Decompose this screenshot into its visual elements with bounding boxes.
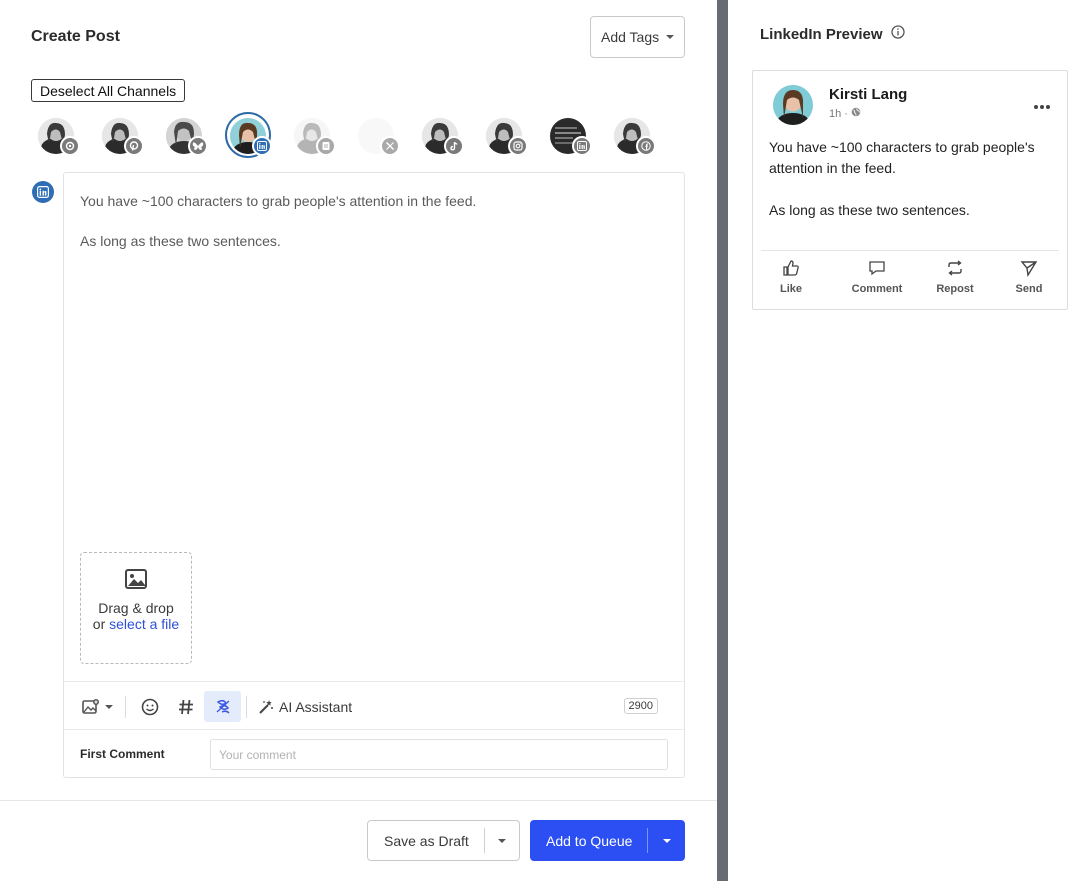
channel-selector: [36, 112, 676, 158]
post-actions: Like Comment Repost Send: [761, 250, 1059, 308]
add-media-button[interactable]: [78, 691, 116, 722]
page-title: Create Post: [31, 28, 120, 45]
image-icon: [125, 569, 147, 592]
post-line: You have ~100 characters to grab people'…: [80, 193, 477, 209]
caret-down-icon: [662, 838, 671, 843]
like-label: Like: [779, 283, 802, 295]
hashtag-button[interactable]: [170, 691, 201, 722]
toolbar-divider: [246, 696, 247, 718]
post-body-line: As long as these two sentences.: [769, 202, 970, 218]
author-name: Kirsti Lang: [829, 86, 908, 103]
preview-pane: LinkedIn Preview Kirsti Lang 1h · You ha…: [728, 0, 1090, 881]
send-label: Send: [1015, 283, 1043, 295]
hashtag-manager-button[interactable]: [204, 691, 241, 722]
select-file-link[interactable]: select a file: [109, 616, 179, 632]
tiktok-icon: [444, 136, 464, 156]
post-body: You have ~100 characters to grab people'…: [769, 137, 1055, 221]
preview-title-text: LinkedIn Preview: [760, 25, 883, 43]
linkedin-icon: [32, 181, 54, 203]
ai-assistant-label: AI Assistant: [279, 698, 353, 715]
channel-tiktok[interactable]: [420, 116, 464, 156]
send-action[interactable]: Send: [999, 259, 1059, 295]
post-line: As long as these two sentences.: [80, 233, 281, 249]
queue-options-button[interactable]: [648, 838, 685, 843]
post-body-line: You have ~100 characters to grab people'…: [769, 139, 1035, 176]
pane-divider[interactable]: [717, 0, 728, 881]
link-shortener-icon: [216, 699, 230, 714]
x-icon: [380, 136, 400, 156]
dropzone-or: or: [92, 616, 110, 632]
first-comment-label: First Comment: [80, 747, 165, 761]
channel-threads[interactable]: [36, 116, 80, 156]
save-as-draft-button[interactable]: Save as Draft: [368, 833, 484, 849]
first-comment-input[interactable]: [210, 739, 668, 770]
facebook-icon: [636, 136, 656, 156]
channel-x[interactable]: [356, 116, 400, 156]
caret-down-icon: [498, 838, 506, 843]
linkedin-post-preview: Kirsti Lang 1h · You have ~100 character…: [752, 70, 1068, 310]
magic-wand-icon: [259, 699, 273, 714]
channel-bluesky[interactable]: [164, 116, 208, 156]
avatar: [773, 85, 813, 125]
like-action[interactable]: Like: [761, 259, 821, 295]
more-options-icon[interactable]: [1033, 97, 1051, 115]
hashtag-icon: [178, 699, 193, 714]
page-icon: [316, 136, 336, 156]
caret-down-icon: [104, 704, 113, 709]
toolbar-divider: [125, 696, 126, 718]
smiley-icon: [141, 698, 158, 715]
globe-icon: [851, 107, 861, 120]
channel-page[interactable]: [292, 116, 336, 156]
post-text-area[interactable]: You have ~100 characters to grab people'…: [80, 191, 670, 251]
footer-divider: [0, 800, 717, 801]
first-comment-row: First Comment: [64, 729, 684, 777]
deselect-all-channels-button[interactable]: Deselect All Channels: [31, 79, 186, 102]
ai-assistant-button[interactable]: AI Assistant: [258, 691, 358, 722]
comment-action[interactable]: Comment: [837, 259, 917, 295]
add-tags-label: Add Tags: [601, 29, 660, 45]
linkedin-icon: [252, 136, 272, 156]
preview-title: LinkedIn Preview: [760, 25, 905, 43]
add-tags-dropdown[interactable]: Add Tags: [590, 16, 685, 58]
comment-icon: [869, 261, 885, 276]
repost-action[interactable]: Repost: [925, 259, 985, 295]
channel-facebook[interactable]: [612, 116, 656, 156]
character-counter: 2900: [623, 698, 658, 714]
channel-linkedin[interactable]: [225, 112, 272, 158]
dropzone-text-2: or select a file: [93, 616, 179, 632]
post-time: 1h ·: [829, 107, 848, 120]
channel-linkedin-page[interactable]: [548, 116, 592, 156]
save-draft-split-button: Save as Draft: [367, 820, 520, 861]
info-icon[interactable]: [890, 25, 905, 43]
save-draft-options-button[interactable]: [485, 838, 519, 843]
pinterest-icon: [124, 136, 144, 156]
emoji-button[interactable]: [134, 691, 165, 722]
add-to-queue-split-button: Add to Queue: [530, 820, 685, 861]
caret-down-icon: [666, 35, 674, 39]
channel-pinterest[interactable]: [100, 116, 144, 156]
repost-label: Repost: [936, 283, 974, 295]
media-dropzone[interactable]: Drag & drop or select a file: [80, 552, 192, 664]
comment-label: Comment: [851, 283, 903, 295]
threads-icon: [60, 136, 80, 156]
post-editor[interactable]: You have ~100 characters to grab people'…: [63, 172, 685, 778]
butterfly-icon: [188, 136, 208, 156]
channel-instagram[interactable]: [484, 116, 528, 156]
send-icon: [1020, 261, 1038, 277]
linkedin-icon: [572, 136, 592, 156]
add-to-queue-button[interactable]: Add to Queue: [530, 833, 647, 849]
instagram-icon: [508, 136, 528, 156]
composer-pane: Create Post Add Tags Deselect All Channe…: [0, 0, 717, 881]
editor-toolbar: AI Assistant 2900: [64, 681, 684, 729]
repost-icon: [948, 260, 962, 276]
dropzone-text: Drag & drop: [98, 600, 174, 616]
like-icon: [783, 260, 799, 276]
post-meta: 1h ·: [829, 107, 861, 120]
